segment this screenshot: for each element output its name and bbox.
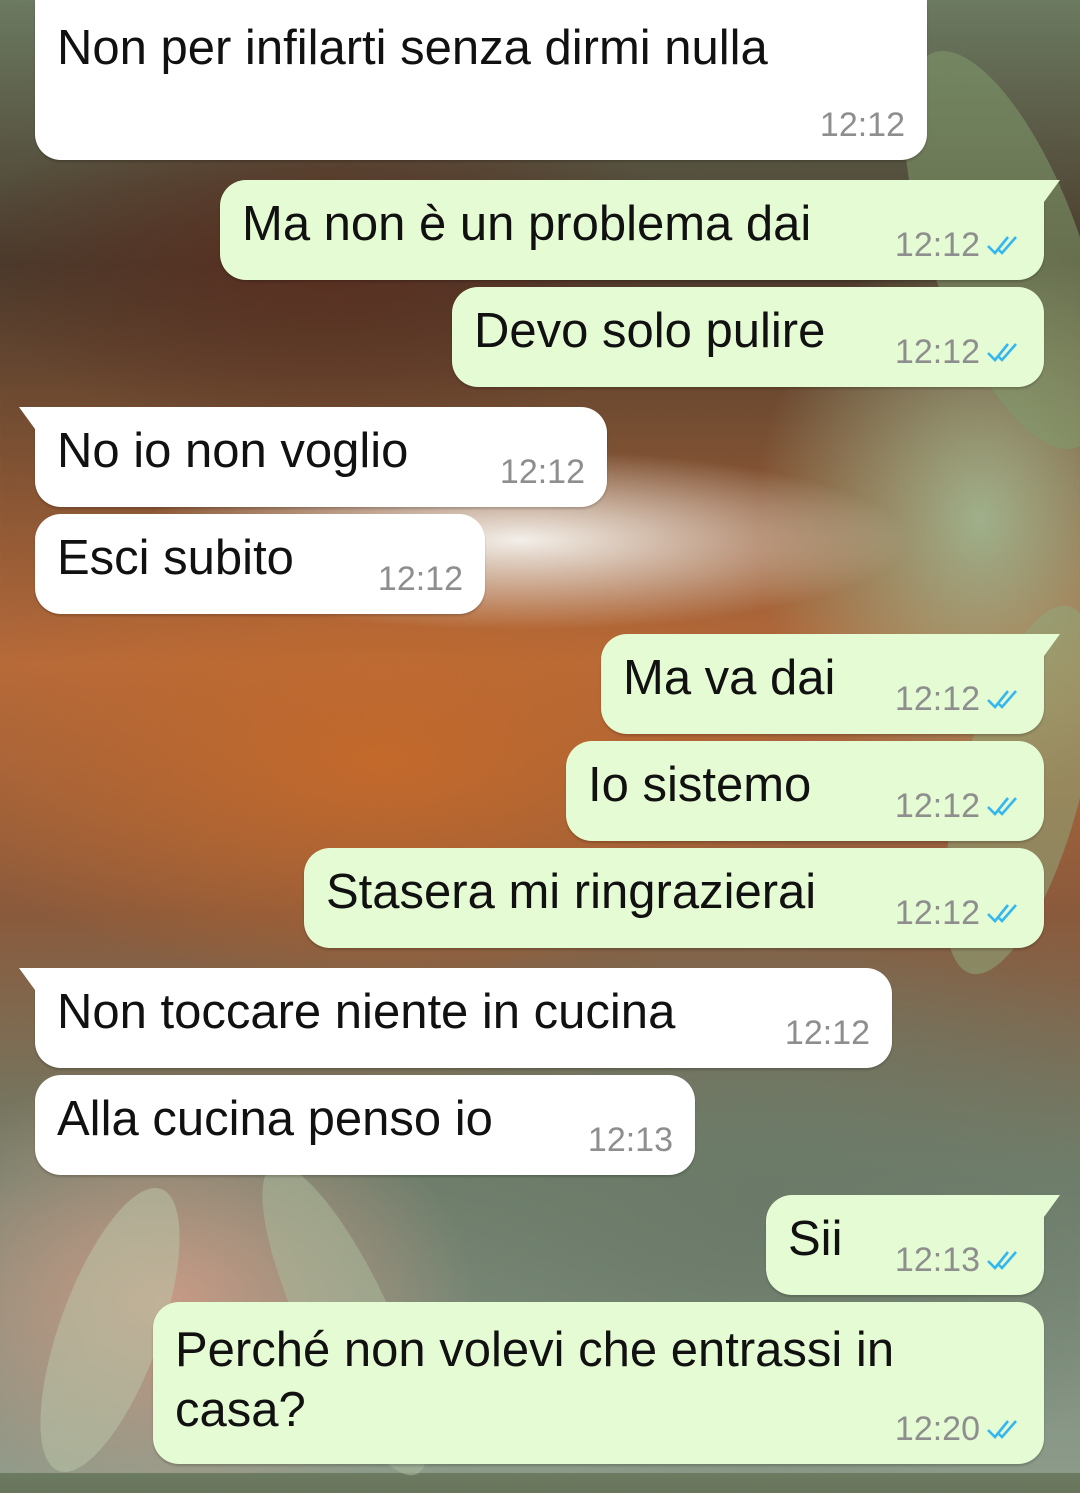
message-bubble[interactable]: Ma va dai 12:12	[601, 634, 1060, 734]
message-time: 12:12	[784, 1014, 870, 1052]
double-check-icon	[987, 1251, 1017, 1270]
message-time: 12:12	[895, 228, 1022, 262]
double-check-icon	[987, 797, 1017, 816]
message-text: Devo solo pulire	[474, 304, 826, 358]
message-bubble[interactable]: Sii 12:13	[766, 1195, 1060, 1295]
message-time: 12:12	[499, 453, 585, 491]
message-text: No io non voglio	[57, 424, 409, 478]
message-time: 12:13	[587, 1121, 673, 1159]
message-text: Ma va dai	[623, 651, 836, 705]
message-bubble[interactable]: Non toccare niente in cucina 12:12	[19, 968, 892, 1068]
message-text: Ma non è un problema dai	[242, 197, 812, 251]
message-bubble[interactable]: Devo solo pulire 12:12	[452, 287, 1044, 387]
message-time: 12:12	[895, 789, 1022, 823]
message-text: Alla cucina penso io	[57, 1092, 493, 1146]
message-bubble[interactable]: No io non voglio 12:12	[19, 407, 607, 507]
message-time: 12:12	[377, 560, 463, 598]
message-text: Io sistemo	[588, 758, 812, 812]
double-check-icon	[987, 343, 1017, 362]
message-text: Sii	[788, 1212, 843, 1266]
double-check-icon	[987, 236, 1017, 255]
double-check-icon	[987, 1420, 1017, 1439]
message-text: Non toccare niente in cucina	[57, 985, 676, 1039]
message-text: Non per infilarti senza dirmi nulla	[57, 21, 768, 75]
message-time: 12:20	[895, 1412, 1022, 1446]
message-bubble[interactable]: Non per infilarti senza dirmi nulla 12:1…	[35, 0, 927, 160]
message-time: 12:13	[895, 1243, 1022, 1277]
message-text: Stasera mi ringrazierai	[326, 865, 817, 919]
message-time: 12:12	[895, 335, 1022, 369]
message-text: Esci subito	[57, 531, 294, 585]
message-bubble[interactable]: Io sistemo 12:12	[566, 741, 1044, 841]
double-check-icon	[987, 690, 1017, 709]
message-bubble[interactable]: Ma non è un problema dai 12:12	[220, 180, 1060, 280]
message-time: 12:12	[819, 106, 905, 144]
message-bubble[interactable]: Perché non volevi che entrassi in casa? …	[153, 1302, 1044, 1464]
message-bubble[interactable]: Esci subito 12:12	[35, 514, 485, 614]
message-text: Perché non volevi che entrassi in casa?	[175, 1323, 895, 1437]
double-check-icon	[987, 904, 1017, 923]
message-bubble[interactable]: Alla cucina penso io 12:13	[35, 1075, 695, 1175]
message-time: 12:12	[895, 896, 1022, 930]
message-bubble[interactable]: Stasera mi ringrazierai 12:12	[304, 848, 1044, 948]
message-time: 12:12	[895, 682, 1022, 716]
